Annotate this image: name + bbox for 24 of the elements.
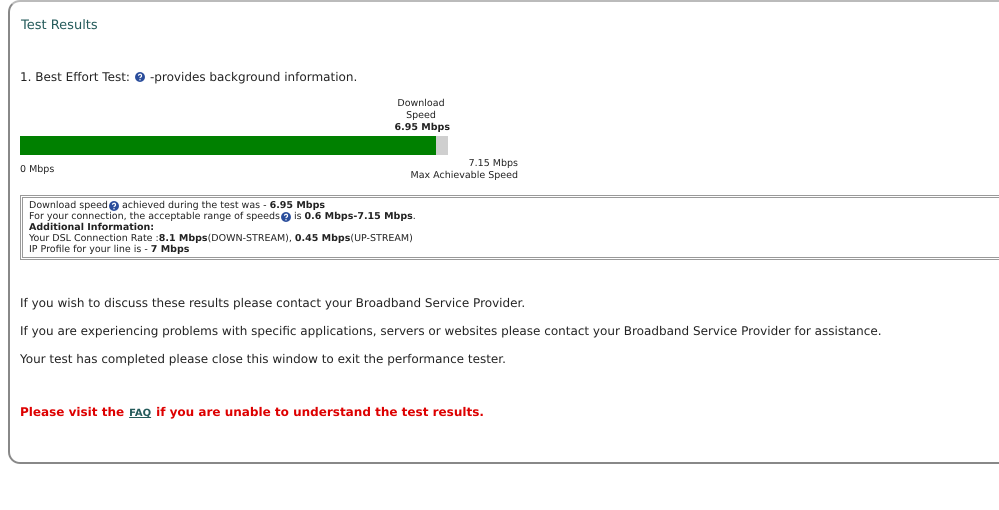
test-heading: 1. Best Effort Test: (20, 70, 130, 84)
help-icon[interactable] (134, 72, 145, 82)
info-text: Your DSL Connection Rate :8.1 Mbps(DOWN-STREAM), 0.45 Mbps(UP-STREAM) (29, 233, 413, 244)
info-text: Additional Information: (29, 222, 154, 233)
info-text: Download speed (29, 200, 108, 211)
help-icon[interactable] (108, 200, 119, 210)
info-text: is 0.6 Mbps-7.15 Mbps. (294, 211, 416, 222)
help-icon[interactable] (280, 212, 291, 222)
info-text: achieved during the test was - 6.95 Mbps (122, 200, 326, 211)
panel-title: Test Results (21, 18, 99, 33)
message-text: If you wish to discuss these results please contact your Broadband Service Provider. (20, 296, 526, 311)
info-text: For your connection, the acceptable range of speeds (29, 211, 280, 222)
message-text: Your test has completed please close this window to exit the performance tester. (20, 352, 507, 367)
notice-text: if you are unable to understand the test results. (156, 405, 484, 419)
max-caption: Max Achievable Speed (410, 170, 518, 182)
meter-value: 6.95 Mbps (394, 122, 450, 134)
max-value: 7.15 Mbps (468, 158, 518, 170)
message-text: If you are experiencing problems with specific applications, servers or websites please contact your Broadband Service Provider for assistance. (20, 324, 883, 339)
test-heading: -provides background information. (150, 70, 358, 84)
min-label: 0 Mbps (20, 164, 54, 176)
info-text: IP Profile for your line is - 7 Mbps (29, 244, 190, 255)
meter-label: Download Speed (396, 98, 446, 122)
faq-link[interactable]: FAQ (129, 408, 152, 419)
notice-text: Please visit the (20, 405, 124, 419)
